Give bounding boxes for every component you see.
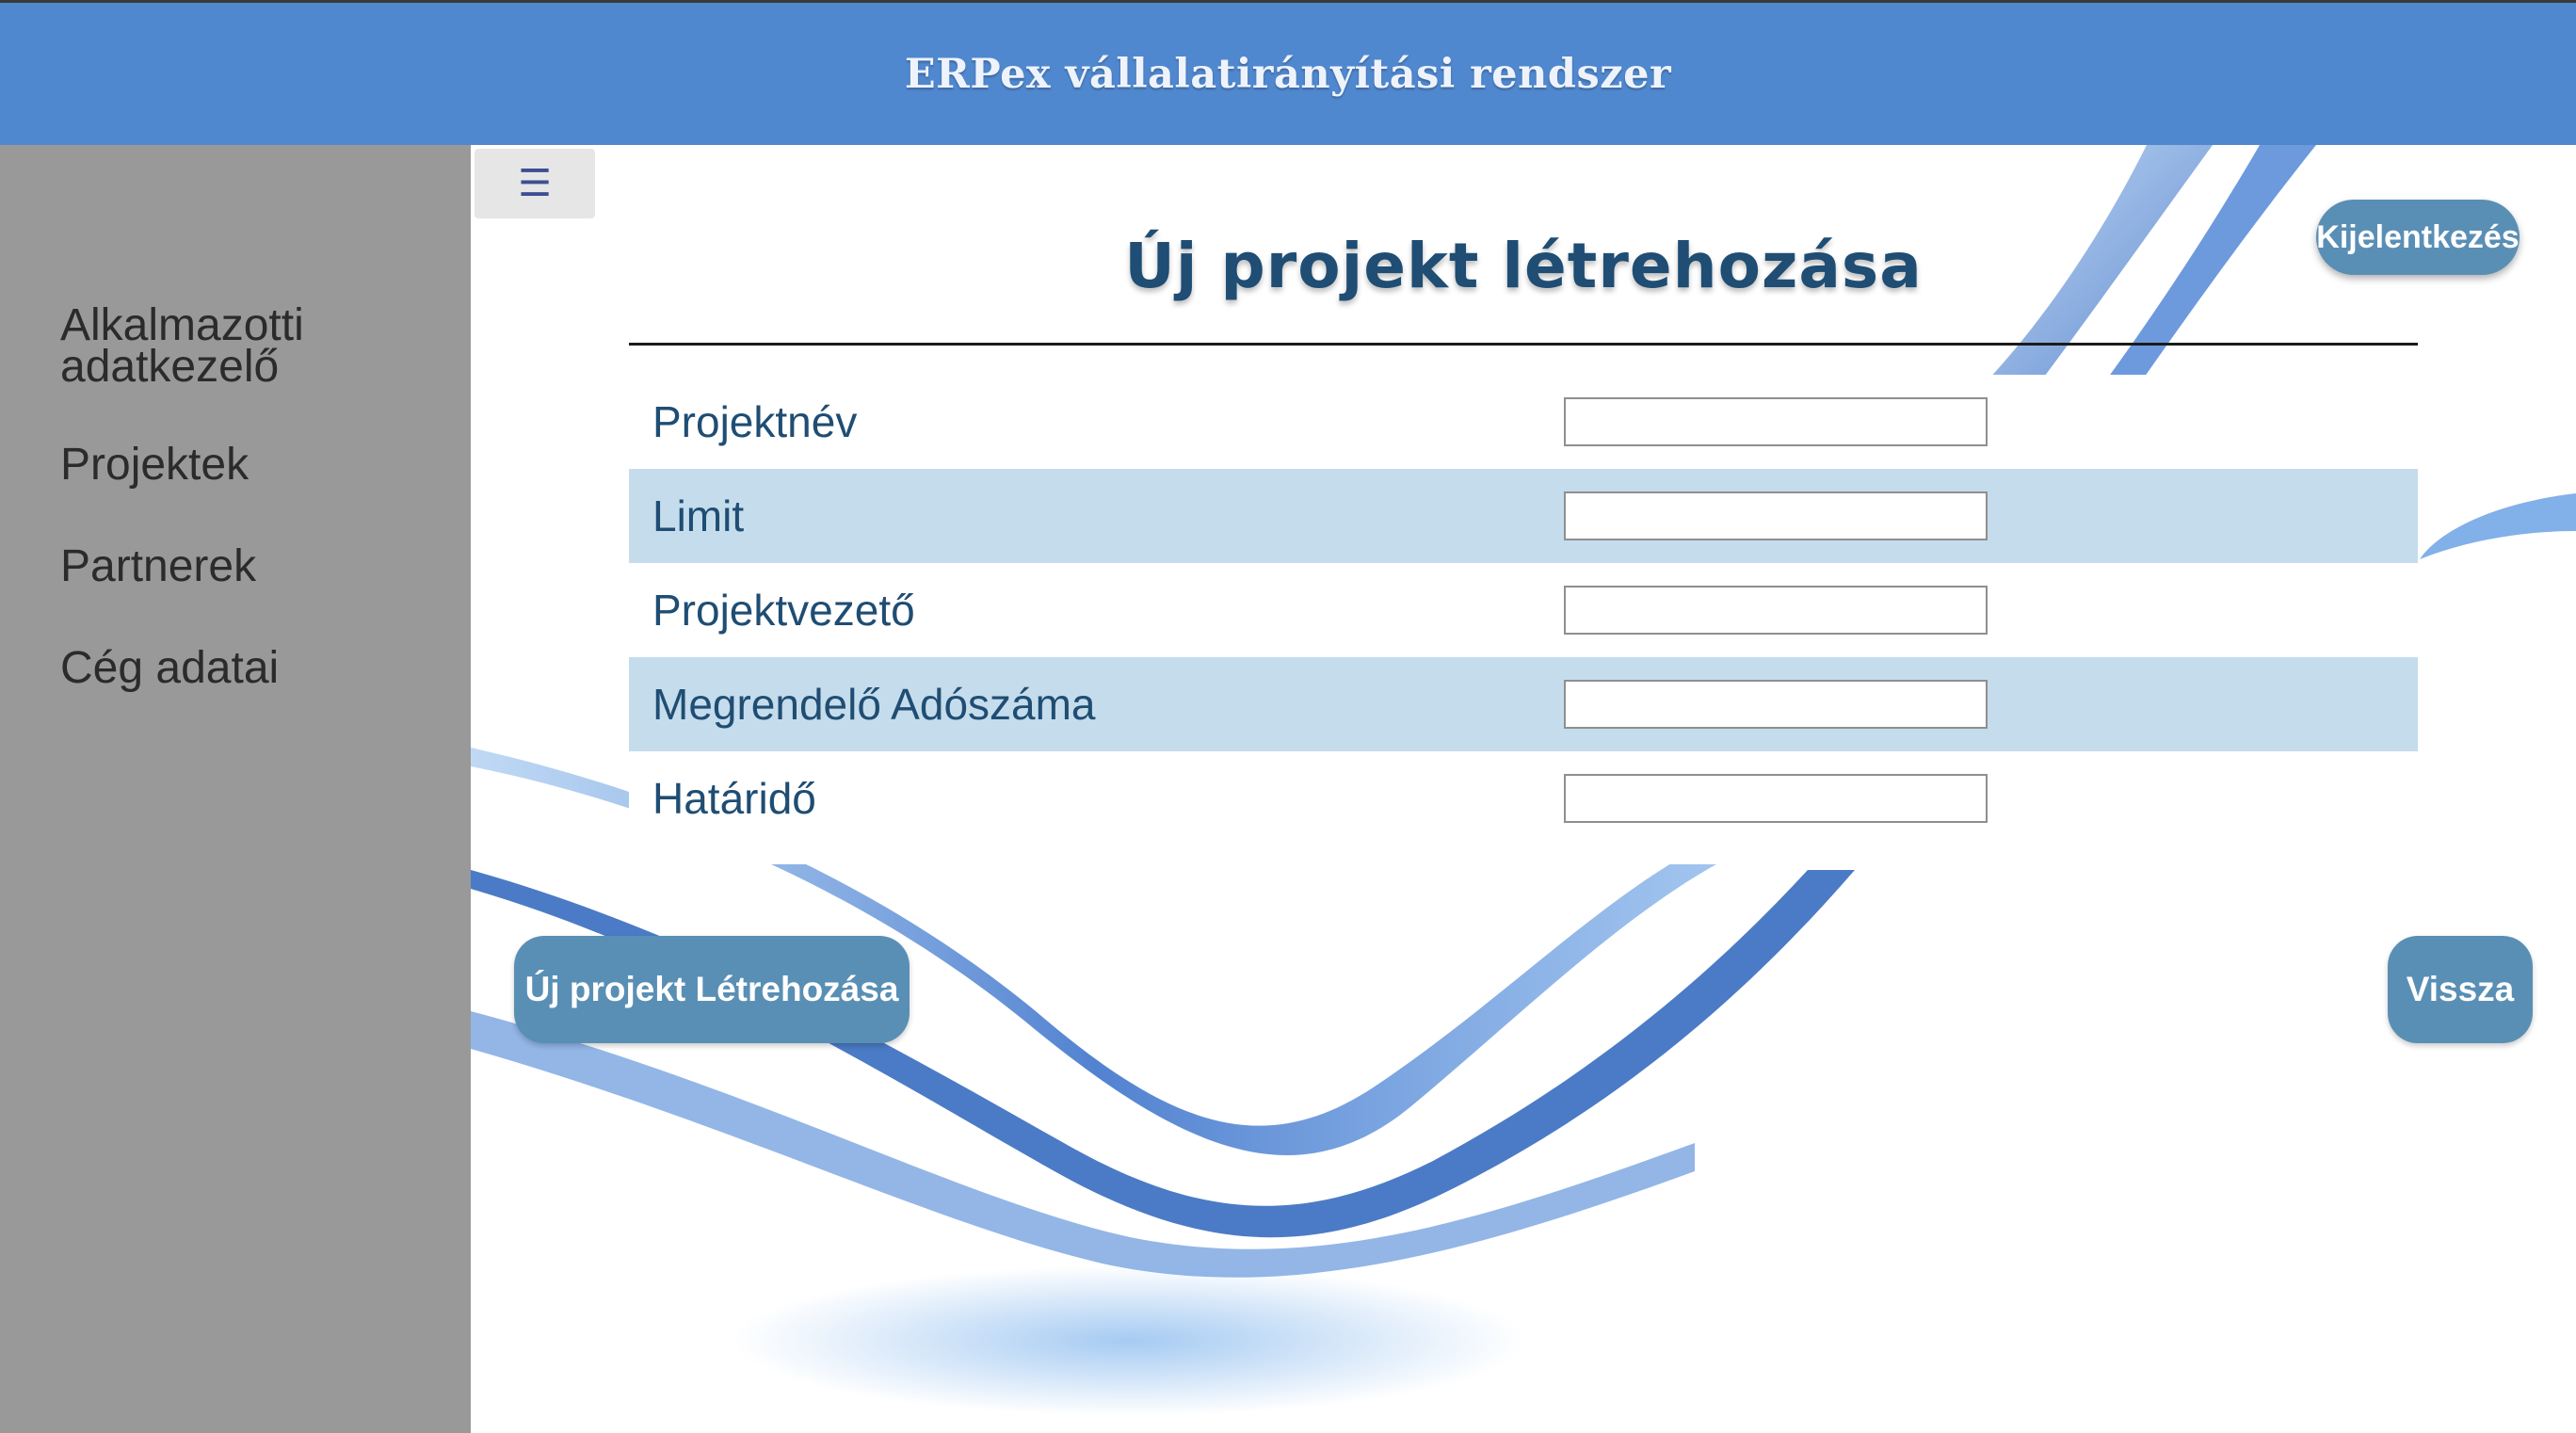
form-row-limit: Limit (629, 469, 2418, 563)
create-project-button[interactable]: Új projekt Létrehozása (514, 936, 910, 1043)
form-row-client-tax-number: Megrendelő Adószáma (629, 657, 2418, 751)
limit-input[interactable] (1564, 491, 1988, 540)
page-title: Új projekt létrehozása (1124, 230, 1923, 302)
title-divider (629, 343, 2418, 346)
form-row-deadline: Határidő (629, 751, 2418, 845)
form-row-project-manager: Projektvezető (629, 563, 2418, 657)
client-tax-number-input[interactable] (1564, 680, 1988, 729)
sidebar-item-projects[interactable]: Projektek (60, 443, 249, 488)
sidebar-item-company-data[interactable]: Cég adatai (60, 646, 279, 691)
project-manager-input[interactable] (1564, 586, 1988, 635)
back-button[interactable]: Vissza (2388, 936, 2533, 1043)
app-title: ERPex vállalatirányítási rendszer (904, 50, 1672, 98)
app-header: ERPex vállalatirányítási rendszer (0, 0, 2576, 145)
main-content: ☰ Kijelentkezés Új projekt létrehozása P… (471, 145, 2576, 1433)
field-label: Megrendelő Adószáma (652, 680, 1096, 729)
field-label: Projektvezető (652, 586, 915, 635)
project-name-input[interactable] (1564, 397, 1988, 446)
sidebar-item-partners[interactable]: Partnerek (60, 544, 256, 589)
hamburger-menu-icon[interactable]: ☰ (475, 149, 595, 218)
project-form: Projektnév Limit Projektvezető Megrendel… (629, 375, 2418, 864)
sidebar: Alkalmazotti adatkezelő Projektek Partne… (0, 145, 471, 1433)
form-row-project-name: Projektnév (629, 375, 2418, 469)
field-label: Határidő (652, 774, 816, 823)
field-label: Limit (652, 491, 745, 540)
deadline-input[interactable] (1564, 774, 1988, 823)
field-label: Projektnév (652, 397, 858, 446)
sidebar-item-employee-data[interactable]: Alkalmazotti adatkezelő (60, 303, 371, 390)
